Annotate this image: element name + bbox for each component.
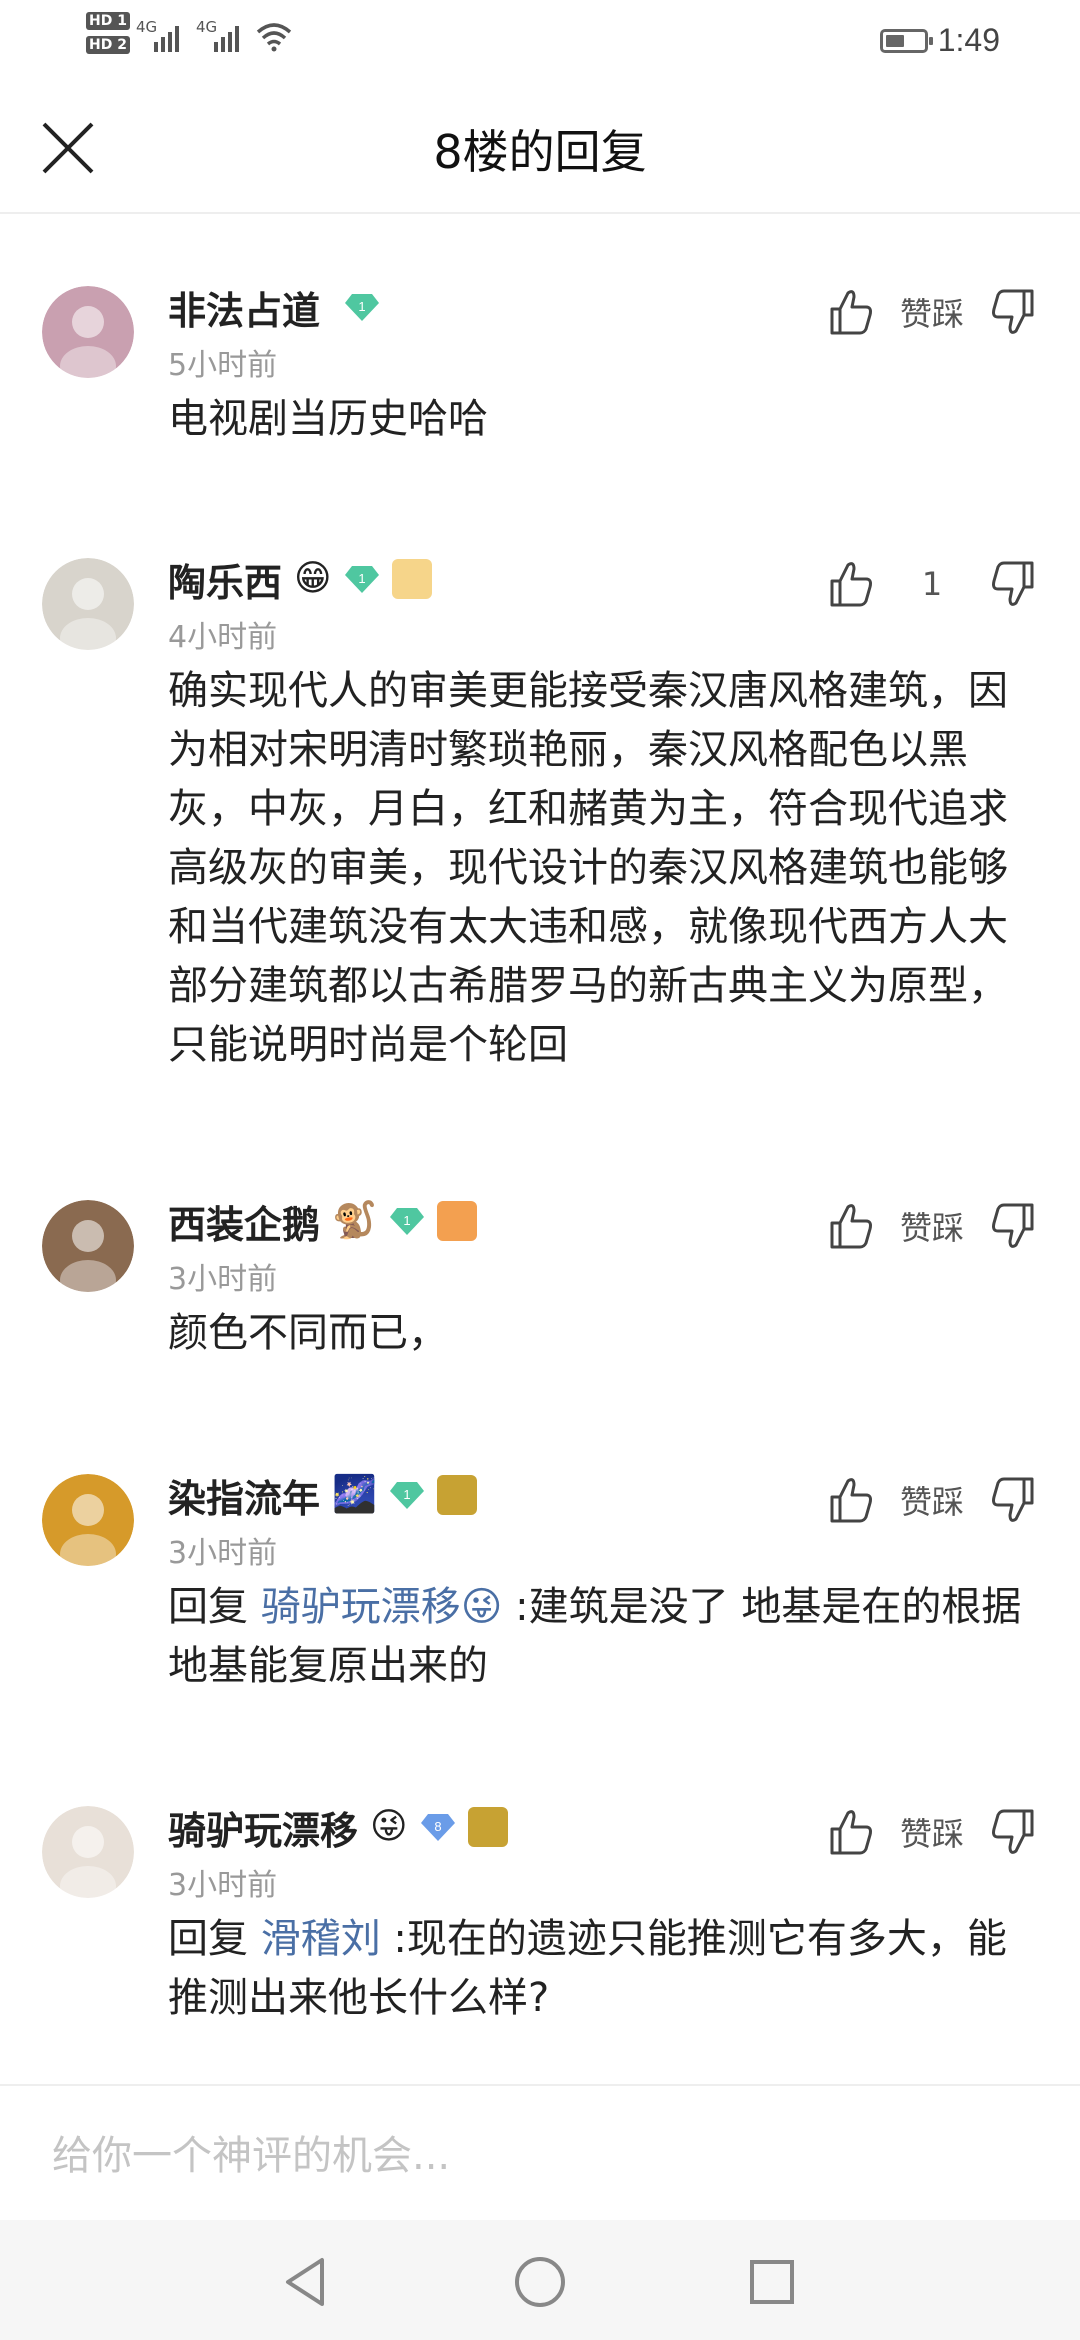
comment-text: 确实现代人的审美更能接受秦汉唐风格建筑，因为相对宋明清时繁琐艳丽，秦汉风格配色以… [168,668,1008,1068]
like-icon[interactable] [828,559,874,609]
avatar-image [42,1474,134,1566]
like-icon[interactable] [828,287,874,337]
battery-fill [885,34,904,47]
comment-body: 电视剧当历史哈哈 [168,390,1032,449]
dislike-icon[interactable] [990,1201,1036,1251]
username-row: 非法占道 1 [168,280,380,335]
signal2-icon [214,26,239,52]
recents-icon[interactable] [740,2250,804,2314]
avatar[interactable] [42,1200,134,1292]
header: 8楼的回复 [0,80,1080,214]
comment-body: 确实现代人的审美更能接受秦汉唐风格建筑，因为相对宋明清时繁琐艳丽，秦汉风格配色以… [168,662,1032,1075]
vote-label: 1 [921,565,943,603]
avatar[interactable] [42,558,134,650]
level-badge-icon: 1 [389,1208,424,1235]
battery-icon [879,28,933,53]
medal-icon [436,1201,477,1241]
signal-group: HD 1 HD 2 4G 4G [86,12,306,72]
level-badge-icon: 1 [345,294,380,321]
avatar-image [42,1806,134,1898]
level-badge-icon: 8 [420,1814,455,1841]
username[interactable]: 陶乐西 [168,552,282,607]
like-icon[interactable] [828,1475,874,1525]
username-emoji: 🌌 [332,1474,377,1515]
avatar[interactable] [42,1806,134,1898]
username-emoji: 🐒 [332,1200,377,1241]
comment-text: 颜色不同而已， [168,1310,448,1356]
medal-icon [436,1475,477,1515]
username-row: 骑驴玩漂移 😜 8 [168,1800,508,1855]
avatar-image [42,286,134,378]
svg-text:1: 1 [403,1487,410,1502]
svg-text:1: 1 [403,1213,410,1228]
comment-time: 3小时前 [168,1536,278,1571]
page-title: 8楼的回复 [433,125,647,179]
username[interactable]: 骑驴玩漂移 [168,1800,358,1855]
vote-controls: 1 [828,556,1036,612]
comment-body: 回复 滑稽刘 :现在的遗迹只能推测它有多大，能推测出来他长什么样? [168,1910,1032,2028]
svg-text:1: 1 [358,571,365,586]
vote-controls: 赞踩 [828,1472,1036,1528]
avatar-image [42,558,134,650]
avatar-image [42,1200,134,1292]
wifi-icon [256,23,292,52]
like-icon[interactable] [828,1201,874,1251]
signal1-icon [154,26,179,52]
comment-time: 4小时前 [168,620,278,655]
comment-time: 3小时前 [168,1868,278,1903]
comment-time: 3小时前 [168,1262,278,1297]
reply-prefix: 回复 [168,1916,261,1962]
comment-input[interactable] [50,2120,954,2192]
comment-list[interactable]: 非法占道 1 5小时前 赞踩 电视剧当历史哈哈 陶乐西 😁 1 4小时前 1 确实现代人的审美更能接… [0,214,1080,2084]
comment-body: 颜色不同而已， [168,1304,1032,1363]
svg-text:1: 1 [358,299,365,314]
vote-label: 赞踩 [899,1209,964,1247]
comment-input-bar [0,2084,1080,2222]
sim2-label: HD 2 [86,36,130,54]
reply-mention-link[interactable]: 骑驴玩漂移😜 [261,1584,503,1630]
dislike-icon[interactable] [990,559,1036,609]
like-icon[interactable] [828,1807,874,1857]
vote-controls: 赞踩 [828,1804,1036,1860]
dislike-icon[interactable] [990,1807,1036,1857]
username-row: 染指流年 🌌 1 [168,1468,477,1523]
username-emoji: 😜 [370,1806,408,1847]
comment-time: 5小时前 [168,348,278,383]
svg-text:8: 8 [434,1819,441,1834]
comment-text: 电视剧当历史哈哈 [168,396,488,442]
avatar[interactable] [42,286,134,378]
reply-prefix: 回复 [168,1584,261,1630]
avatar[interactable] [42,1474,134,1566]
level-badge-icon: 1 [389,1482,424,1509]
level-badge-icon: 1 [344,566,379,593]
username[interactable]: 染指流年 [168,1468,320,1523]
username-row: 陶乐西 😁 1 [168,552,432,607]
status-bar: HD 1 HD 2 4G 4G 1:49 [0,0,1080,80]
comment-body: 回复 骑驴玩漂移😜 :建筑是没了 地基是在的根据地基能复原出来的 [168,1578,1032,1696]
clock: 1:49 [937,22,1000,58]
dislike-icon[interactable] [990,287,1036,337]
vote-controls: 赞踩 [828,1198,1036,1254]
medal-icon [391,559,432,599]
reply-mention-link[interactable]: 滑稽刘 [261,1916,381,1962]
username-emoji: 😁 [294,558,332,599]
username-row: 西装企鹅 🐒 1 [168,1194,477,1249]
vote-label: 赞踩 [899,295,964,333]
vote-label: 赞踩 [899,1483,964,1521]
back-icon[interactable] [276,2250,340,2314]
vote-controls: 赞踩 [828,284,1036,340]
home-icon[interactable] [508,2250,572,2314]
medal-icon [467,1807,508,1847]
vote-label: 赞踩 [899,1815,964,1853]
status-right: 1:49 [879,22,1000,59]
dislike-icon[interactable] [990,1475,1036,1525]
username[interactable]: 非法占道 [168,280,320,335]
username[interactable]: 西装企鹅 [168,1194,320,1249]
system-nav-bar [0,2220,1080,2340]
sim1-label: HD 1 [86,12,130,30]
